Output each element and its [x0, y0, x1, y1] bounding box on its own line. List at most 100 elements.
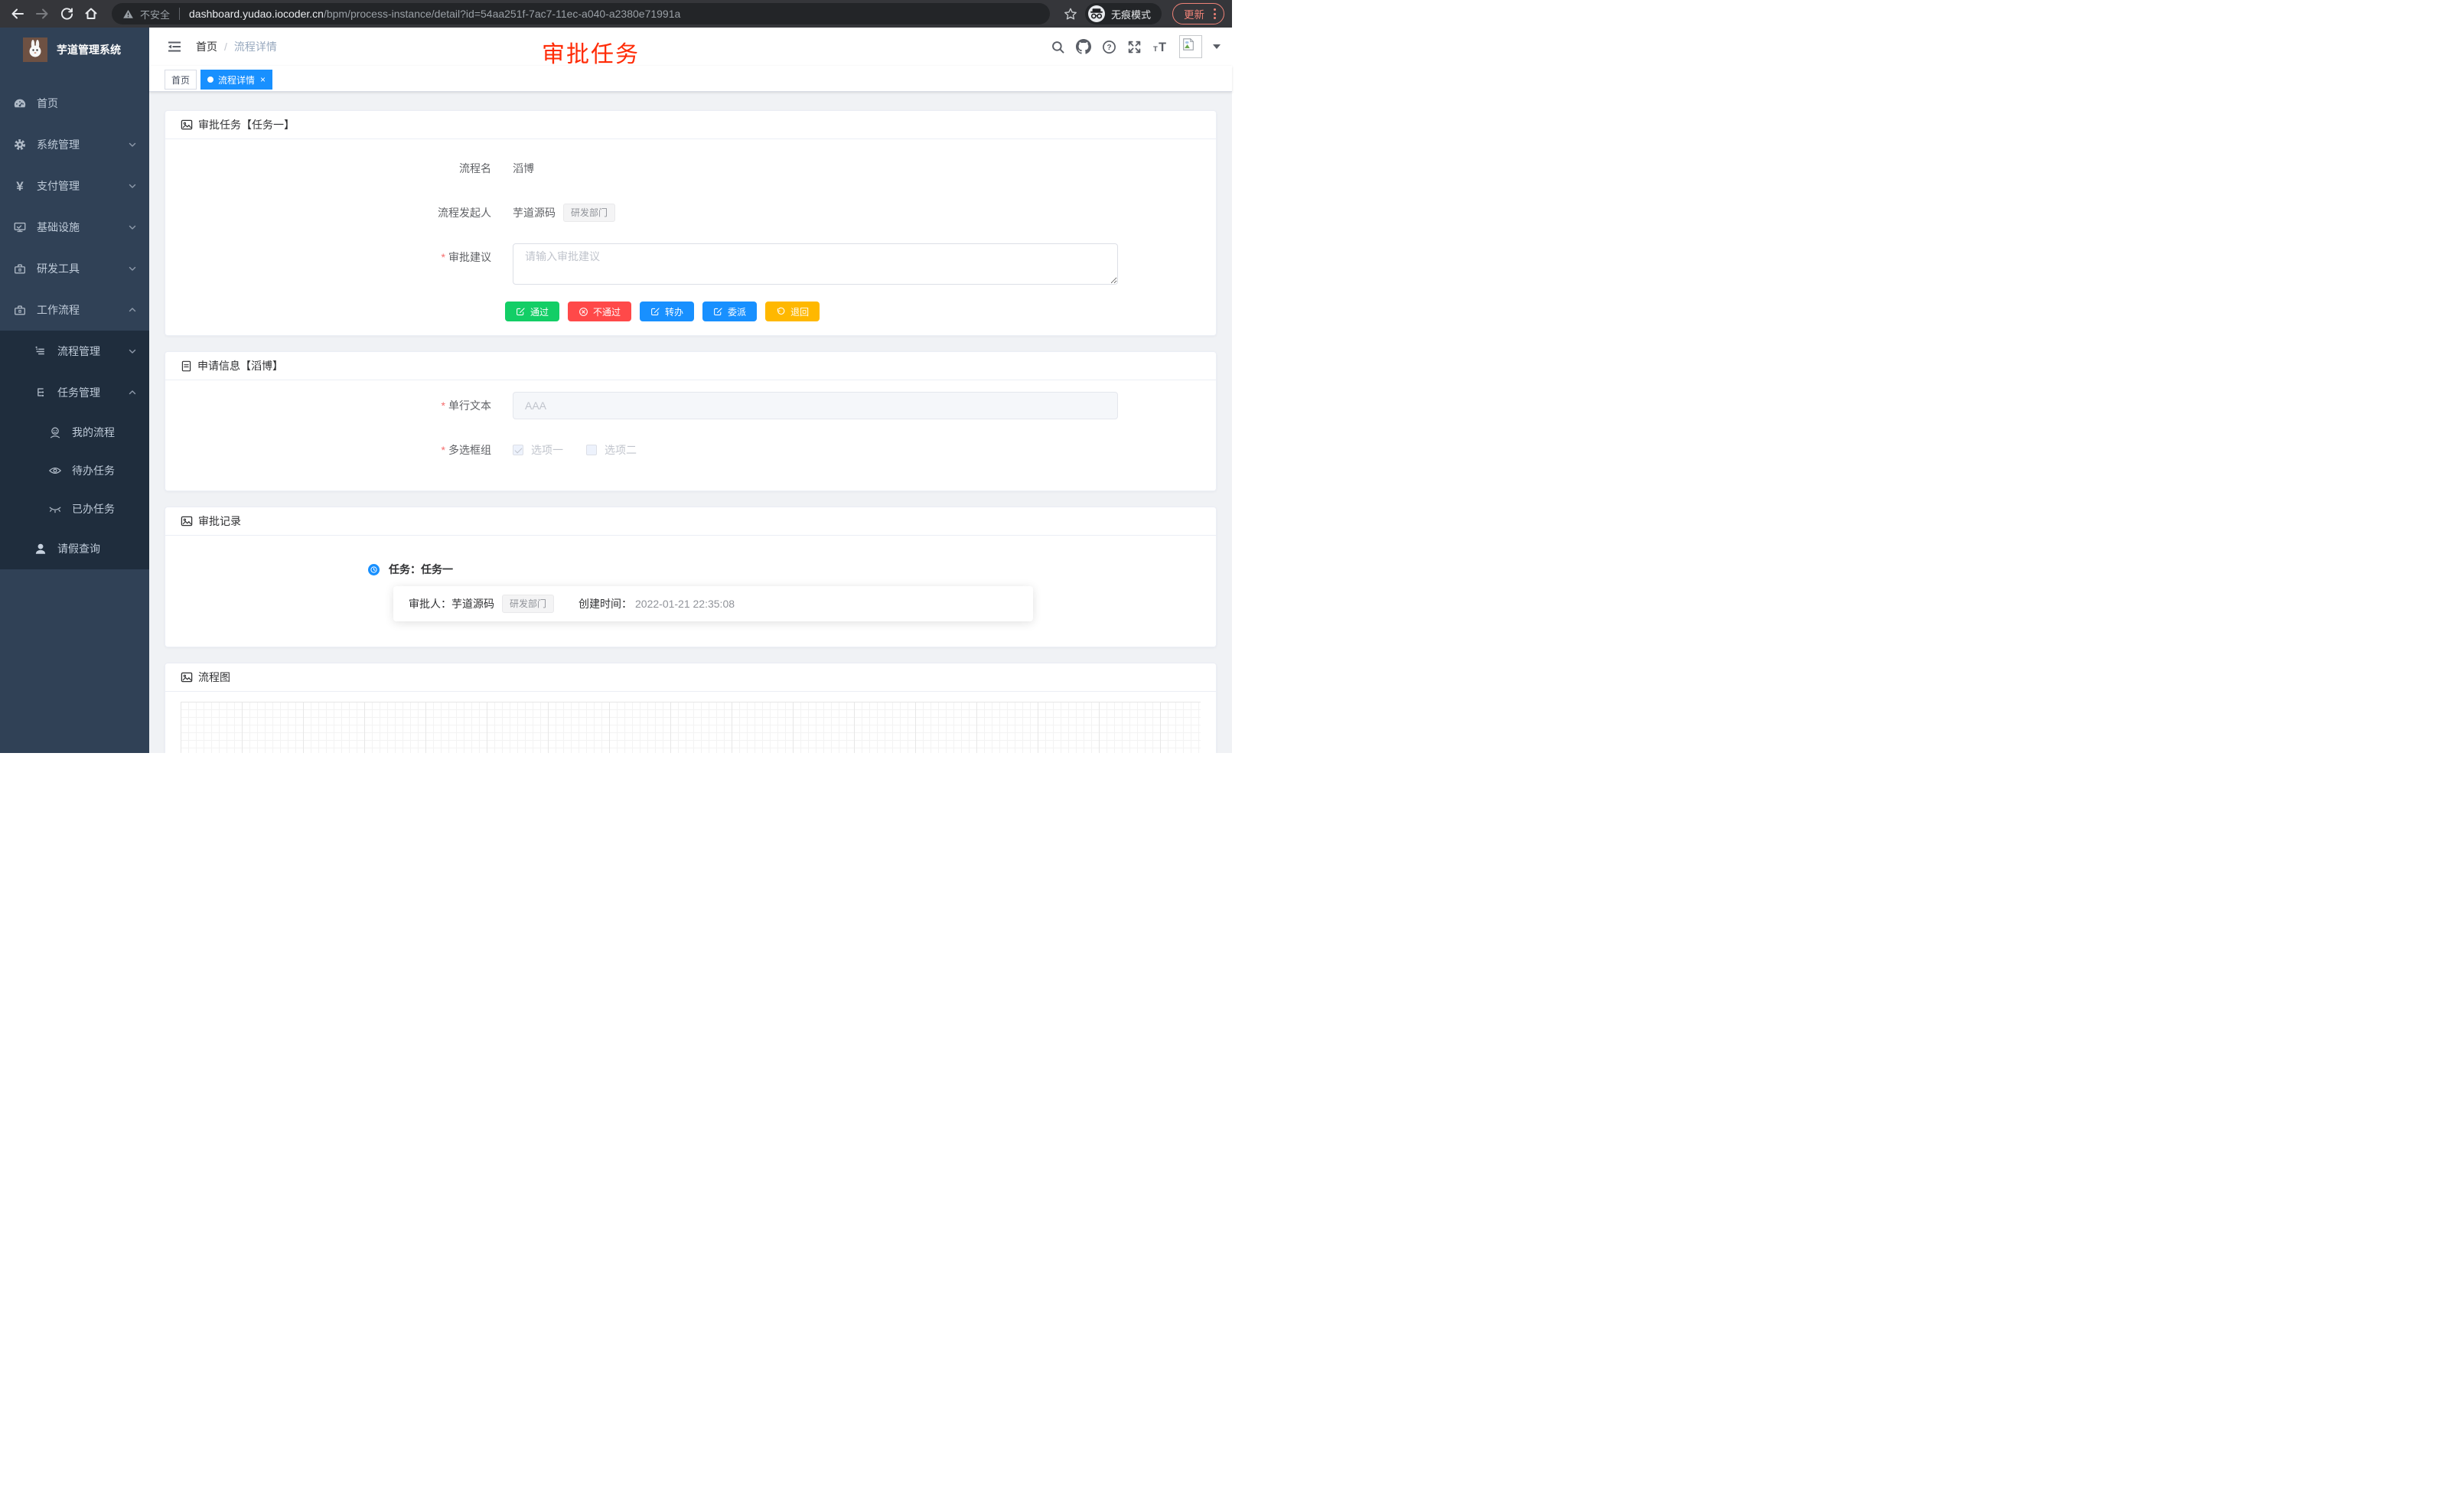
button-label: 退回: [790, 305, 809, 318]
sidebar-item-system[interactable]: 系统管理: [0, 124, 149, 165]
bpmn-canvas-grid[interactable]: [181, 702, 1201, 753]
checkbox-option-1[interactable]: 选项一: [513, 442, 563, 458]
initiator-value: 芋道源码: [513, 199, 556, 227]
eye-open-icon: [47, 464, 63, 478]
approval-actions: 通过 不通过 转办 委派: [505, 302, 1201, 329]
return-button[interactable]: 退回: [765, 302, 820, 321]
transfer-button[interactable]: 转办: [640, 302, 694, 321]
sidebar-item-label: 我的流程: [72, 425, 115, 440]
card-header: 申请信息【滔博】: [165, 352, 1216, 380]
sidebar-item-task-mgmt[interactable]: 任务管理: [0, 372, 149, 413]
create-time-value: 2022-01-21 22:35:08: [635, 598, 735, 610]
button-label: 转办: [665, 305, 683, 318]
document-icon: [181, 360, 192, 372]
sidebar-item-label: 待办任务: [72, 463, 115, 478]
sidebar-item-infra[interactable]: 基础设施: [0, 207, 149, 248]
chevron-up-icon: [128, 388, 137, 397]
url-text: dashboard.yudao.iocoder.cn/bpm/process-i…: [189, 8, 680, 20]
workflow-submenu: 流程管理 任务管理 我的流程: [0, 331, 149, 569]
suggest-textarea[interactable]: [513, 243, 1118, 285]
security-label: 不安全: [140, 7, 170, 21]
sidebar-item-my-process[interactable]: 我的流程: [0, 413, 149, 451]
sidebar-item-payment[interactable]: ¥ 支付管理: [0, 165, 149, 207]
top-navbar: 首页 / 流程详情 审批任务 ? TT: [149, 28, 1232, 66]
reload-icon[interactable]: [57, 4, 77, 24]
tree-icon: [33, 386, 48, 399]
checkbox-option-2[interactable]: 选项二: [586, 442, 637, 458]
process-name-value: 滔博: [513, 155, 534, 182]
sidebar-item-todo-tasks[interactable]: 待办任务: [0, 451, 149, 490]
toolbox-icon: [12, 262, 28, 275]
create-time-label: 创建时间：: [579, 596, 632, 611]
approval-record-card: 审批记录 任务：任务一 审批人： 芋道源码 研发部门 创建时间： 202: [165, 507, 1217, 647]
picture-icon: [181, 119, 193, 131]
forward-icon[interactable]: [32, 4, 52, 24]
clock-icon: [368, 564, 380, 575]
warning-icon: [122, 8, 134, 20]
process-name-label: 流程名: [181, 155, 513, 182]
record-task-title: 任务：任务一: [389, 562, 453, 577]
approve-button[interactable]: 通过: [505, 302, 559, 321]
gear-icon: [12, 138, 28, 152]
delegate-button[interactable]: 委派: [702, 302, 757, 321]
close-icon[interactable]: ×: [260, 75, 266, 84]
sidebar-item-process-mgmt[interactable]: 流程管理: [0, 331, 149, 372]
address-bar[interactable]: 不安全 dashboard.yudao.iocoder.cn/bpm/proce…: [112, 3, 1050, 24]
github-icon[interactable]: [1076, 39, 1091, 54]
assignee-label: 审批人：: [409, 596, 451, 611]
tab-home[interactable]: 首页: [165, 70, 197, 90]
card-header: 流程图: [165, 663, 1216, 692]
assignee-value: 芋道源码: [451, 596, 494, 611]
breadcrumb-home[interactable]: 首页: [196, 39, 217, 54]
fullscreen-icon[interactable]: [1127, 40, 1142, 54]
star-icon[interactable]: [1061, 4, 1080, 24]
sidebar-item-label: 支付管理: [37, 178, 80, 194]
card-header: 审批记录: [165, 507, 1216, 536]
sidebar-item-home[interactable]: 首页: [0, 83, 149, 124]
browser-toolbar: 不安全 dashboard.yudao.iocoder.cn/bpm/proce…: [0, 0, 1232, 28]
sidebar-item-leave-query[interactable]: 请假查询: [0, 528, 149, 569]
url-divider: [179, 8, 180, 20]
single-text-label: 单行文本: [181, 392, 513, 419]
reject-button[interactable]: 不通过: [568, 302, 631, 321]
sidebar-item-label: 请假查询: [57, 541, 100, 556]
svg-text:?: ?: [1107, 43, 1111, 51]
help-icon[interactable]: ?: [1102, 40, 1116, 54]
sidebar-item-devtools[interactable]: 研发工具: [0, 248, 149, 289]
picture-icon: [181, 671, 193, 683]
sidebar-item-done-tasks[interactable]: 已办任务: [0, 490, 149, 528]
suggest-label: 审批建议: [181, 243, 513, 285]
edit-icon: [650, 307, 660, 317]
initiator-dept-tag: 研发部门: [563, 204, 615, 222]
picture-icon: [181, 515, 193, 527]
home-icon[interactable]: [81, 4, 101, 24]
monitor-icon: [12, 220, 28, 234]
single-text-input[interactable]: [513, 392, 1118, 419]
back-icon[interactable]: [8, 4, 28, 24]
url-path: /bpm/process-instance/detail?id=54aa251f…: [324, 8, 680, 20]
sidebar-item-label: 研发工具: [37, 261, 80, 276]
hamburger-icon[interactable]: [161, 39, 188, 54]
tab-process-detail[interactable]: 流程详情 ×: [200, 70, 272, 90]
checkbox-unchecked-icon: [586, 445, 597, 455]
checkbox-checked-icon: [513, 445, 523, 455]
update-menu-button[interactable]: 更新: [1172, 3, 1224, 24]
incognito-label: 无痕模式: [1111, 7, 1151, 21]
chevron-up-icon: [128, 305, 137, 315]
person-smile-icon: [47, 425, 63, 439]
approval-task-card: 审批任务【任务一】 流程名 滔博 流程发起人 芋道源码 研发部门: [165, 110, 1217, 336]
logo-image: [23, 37, 47, 62]
font-size-icon[interactable]: TT: [1152, 40, 1168, 54]
tab-label: 流程详情: [218, 73, 255, 86]
search-icon[interactable]: [1051, 40, 1065, 54]
avatar-image[interactable]: [1179, 35, 1202, 58]
logo-row[interactable]: 芋道管理系统: [0, 28, 149, 72]
card-title: 申请信息【滔博】: [197, 358, 283, 373]
caret-down-icon[interactable]: [1213, 44, 1221, 53]
chevron-down-icon: [128, 140, 137, 149]
card-title: 流程图: [198, 670, 230, 685]
sidebar-item-workflow[interactable]: 工作流程: [0, 289, 149, 331]
edit-icon: [516, 307, 526, 317]
sidebar-item-label: 任务管理: [57, 385, 100, 400]
button-label: 委派: [728, 305, 746, 318]
